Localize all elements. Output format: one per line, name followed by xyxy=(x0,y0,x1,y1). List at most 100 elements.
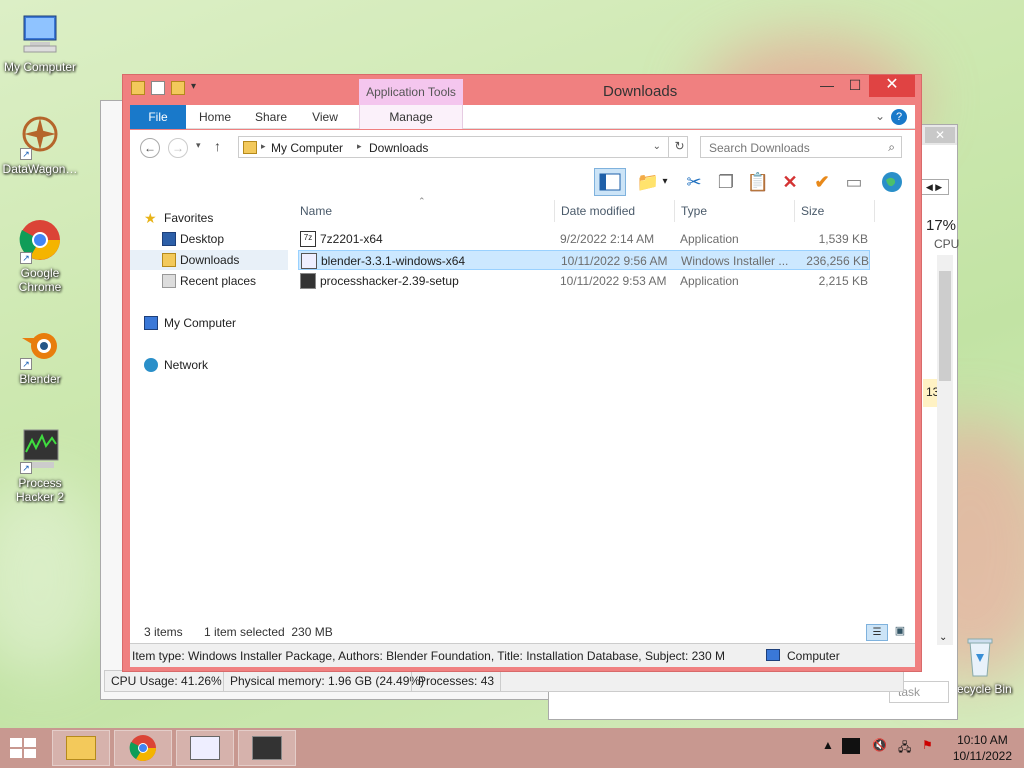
maximize-button[interactable]: ☐ xyxy=(841,75,869,97)
flag-icon[interactable]: ⚑ xyxy=(922,738,933,752)
tray-overflow-icon[interactable]: ▲ xyxy=(822,738,834,752)
taskbar-file-explorer[interactable] xyxy=(52,730,110,766)
nav-recent-places[interactable]: Recent places xyxy=(130,271,288,291)
file-list: ⌃ Name Date modified Type Size 7z 7z2201… xyxy=(290,196,915,638)
column-separator[interactable] xyxy=(674,200,675,222)
file-size: 2,215 KB xyxy=(818,274,868,288)
chevron-right-icon[interactable]: ▸ xyxy=(357,141,362,152)
desktop-icon-label: Google Chrome xyxy=(18,266,62,294)
location-label: Computer xyxy=(787,649,840,663)
file-row[interactable]: processhacker-2.39-setup 10/11/2022 9:53… xyxy=(298,271,870,291)
close-icon[interactable]: ✕ xyxy=(925,127,955,143)
tab-home[interactable]: Home xyxy=(192,105,238,129)
up-button[interactable]: ↑ xyxy=(214,138,221,154)
column-header-size[interactable]: Size xyxy=(801,204,824,226)
taskbar-task-manager[interactable] xyxy=(176,730,234,766)
column-header-date[interactable]: Date modified xyxy=(561,204,635,226)
file-size: 236,256 KB xyxy=(806,254,869,268)
chevron-down-icon[interactable]: ▾ xyxy=(196,140,201,151)
column-header-name[interactable]: Name xyxy=(300,204,332,226)
nav-network[interactable]: Network xyxy=(130,355,288,375)
desktop-icon-process-hacker[interactable]: ↗ Process Hacker 2 xyxy=(0,426,80,504)
new-folder-icon[interactable] xyxy=(171,81,185,95)
volume-muted-icon[interactable]: 🔇 xyxy=(872,738,887,752)
nav-favorites[interactable]: ★ Favorites xyxy=(130,208,288,228)
refresh-button[interactable]: ↻ xyxy=(668,136,690,158)
chevron-down-icon[interactable]: ⌄ xyxy=(875,109,885,123)
chevron-down-icon[interactable]: ▾ xyxy=(658,168,672,196)
clock-time: 10:10 AM xyxy=(957,733,1008,747)
desktop-icon-blender[interactable]: ↗ Blender xyxy=(0,322,80,386)
tab-file[interactable]: File xyxy=(130,105,186,129)
delete-icon[interactable]: ✕ xyxy=(776,168,804,196)
desktop-icon-google-chrome[interactable]: ↗ Google Chrome xyxy=(0,216,80,294)
computer-icon xyxy=(144,316,158,330)
clock[interactable]: 10:10 AM 10/11/2022 xyxy=(953,732,1012,764)
copy-icon[interactable]: ❐ xyxy=(712,168,740,196)
file-row[interactable]: blender-3.3.1-windows-x64 10/11/2022 9:5… xyxy=(298,250,870,270)
chevron-down-icon[interactable]: ⌄ xyxy=(653,141,661,152)
scrollbar-thumb[interactable] xyxy=(939,271,951,381)
file-row[interactable]: 7z 7z2201-x64 9/2/2022 2:14 AM Applicati… xyxy=(298,229,870,249)
file-type: Application xyxy=(680,274,739,288)
nav-desktop[interactable]: Desktop xyxy=(130,229,288,249)
blender-icon: ↗ xyxy=(16,322,64,370)
large-icons-view-icon[interactable]: ▣ xyxy=(890,624,910,641)
chevron-right-icon[interactable]: ▸ xyxy=(261,141,266,152)
nav-downloads[interactable]: Downloads xyxy=(130,250,288,270)
address-bar[interactable]: ▸ My Computer ▸ Downloads ⌄ xyxy=(238,136,688,158)
datawagon-icon: ↗ xyxy=(16,112,64,160)
cut-icon[interactable]: ✂ xyxy=(680,168,708,196)
rename-icon[interactable]: ▭ xyxy=(840,168,868,196)
desktop-icon-datawagon[interactable]: ↗ DataWagon… xyxy=(0,112,80,176)
task-manager-icon xyxy=(190,736,220,760)
file-explorer-icon xyxy=(66,736,96,760)
minimize-button[interactable]: — xyxy=(813,75,841,97)
search-icon[interactable]: ⌕ xyxy=(888,140,895,155)
column-separator[interactable] xyxy=(794,200,795,222)
breadcrumb-downloads[interactable]: Downloads xyxy=(369,141,428,155)
chevron-down-icon[interactable]: ⌄ xyxy=(939,632,947,643)
vertical-scrollbar[interactable]: ⌄ xyxy=(937,255,953,645)
column-separator[interactable] xyxy=(874,200,875,222)
column-header-type[interactable]: Type xyxy=(681,204,707,226)
help-icon[interactable]: ? xyxy=(891,109,907,125)
details-view-icon[interactable]: ☰ xyxy=(866,624,888,641)
properties-icon[interactable] xyxy=(151,81,165,95)
close-button[interactable]: ✕ xyxy=(869,75,915,97)
desktop-icon-my-computer[interactable]: My Computer xyxy=(0,10,80,74)
checkmark-icon[interactable]: ✔ xyxy=(808,168,836,196)
task-manager-status-bar: CPU Usage: 41.26% Physical memory: 1.96 … xyxy=(104,670,904,692)
paste-icon[interactable]: 📋 xyxy=(744,168,772,196)
start-button[interactable] xyxy=(8,736,40,760)
taskbar-chrome[interactable] xyxy=(114,730,172,766)
tab-view[interactable]: View xyxy=(304,105,346,129)
desktop-icon-label: DataWagon… xyxy=(2,162,78,176)
network-tray-icon[interactable]: 🖧 xyxy=(898,738,911,759)
details-bar: Item type: Windows Installer Package, Au… xyxy=(130,643,915,667)
column-separator[interactable] xyxy=(554,200,555,222)
breadcrumb-my-computer[interactable]: My Computer xyxy=(271,141,343,155)
globe-icon[interactable] xyxy=(878,168,906,196)
search-input[interactable]: Search Downloads ⌕ xyxy=(700,136,902,158)
window-title: Downloads xyxy=(603,83,678,100)
back-button[interactable]: ← xyxy=(140,138,160,158)
action-center-icon[interactable] xyxy=(842,738,860,754)
explorer-window[interactable]: ▾ Application Tools Downloads — ☐ ✕ File… xyxy=(122,74,922,672)
scroll-arrows[interactable]: ◀ ▶ xyxy=(919,179,949,195)
preview-pane-icon[interactable] xyxy=(594,168,626,196)
folder-icon[interactable] xyxy=(131,81,145,95)
tab-share[interactable]: Share xyxy=(248,105,294,129)
computer-icon xyxy=(16,10,64,58)
title-bar[interactable]: ▾ Application Tools Downloads — ☐ ✕ xyxy=(123,75,921,105)
forward-button[interactable]: → xyxy=(168,138,188,158)
tab-manage[interactable]: Manage xyxy=(359,105,463,129)
nav-my-computer[interactable]: My Computer xyxy=(130,313,288,333)
taskbar-process-hacker[interactable] xyxy=(238,730,296,766)
cpu-label: CPU xyxy=(934,237,960,251)
star-icon: ★ xyxy=(144,210,157,226)
file-date: 10/11/2022 9:53 AM xyxy=(560,274,667,288)
desktop-icon-label: Process Hacker 2 xyxy=(15,476,65,504)
selection-info: 1 item selected 230 MB xyxy=(204,625,333,639)
chevron-down-icon[interactable]: ▾ xyxy=(191,81,201,95)
